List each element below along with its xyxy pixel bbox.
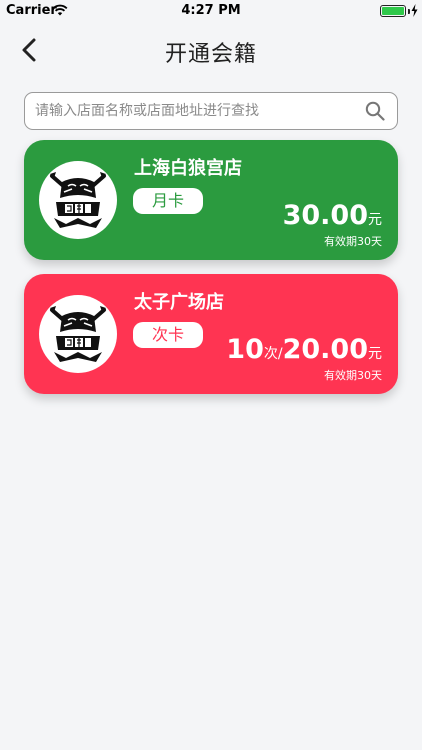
membership-card-2[interactable]: 太子广场店 次卡 10次/20.00元 有效期30天: [24, 274, 398, 394]
price-amount: 30.00: [282, 200, 368, 231]
validity-label: 有效期30天: [324, 235, 382, 248]
search-icon[interactable]: [365, 101, 385, 121]
store-logo: [39, 161, 117, 239]
price: 10次/20.00元: [226, 334, 382, 365]
price: 30.00元: [283, 200, 382, 231]
visit-count: 10: [226, 334, 264, 365]
store-name: 上海白狼宫店: [134, 158, 242, 179]
currency-unit: 元: [368, 346, 382, 362]
battery-icon: [380, 5, 406, 17]
clock-label: 4:27 PM: [181, 3, 241, 18]
wolf-crest-logo: [50, 172, 106, 228]
card-type-badge[interactable]: 次卡: [133, 322, 203, 348]
search-input[interactable]: [35, 93, 355, 129]
page-title: 开通会籍: [164, 42, 257, 67]
price-amount: 20.00: [282, 334, 368, 365]
validity-label: 有效期30天: [324, 369, 382, 382]
status-bar: Carrier 4:27 PM: [0, 0, 422, 22]
membership-card-1[interactable]: 上海白狼宫店 月卡 30.00元 有效期30天: [24, 140, 398, 260]
count-unit: 次/: [263, 346, 283, 362]
currency-unit: 元: [368, 212, 382, 228]
store-logo: [39, 295, 117, 373]
navigation-bar: 开通会籍: [0, 22, 422, 78]
store-name: 太子广场店: [134, 292, 224, 313]
charging-icon: [411, 4, 418, 17]
wolf-crest-logo: [50, 306, 106, 362]
card-type-badge[interactable]: 月卡: [133, 188, 203, 214]
search-bar[interactable]: [24, 92, 398, 130]
